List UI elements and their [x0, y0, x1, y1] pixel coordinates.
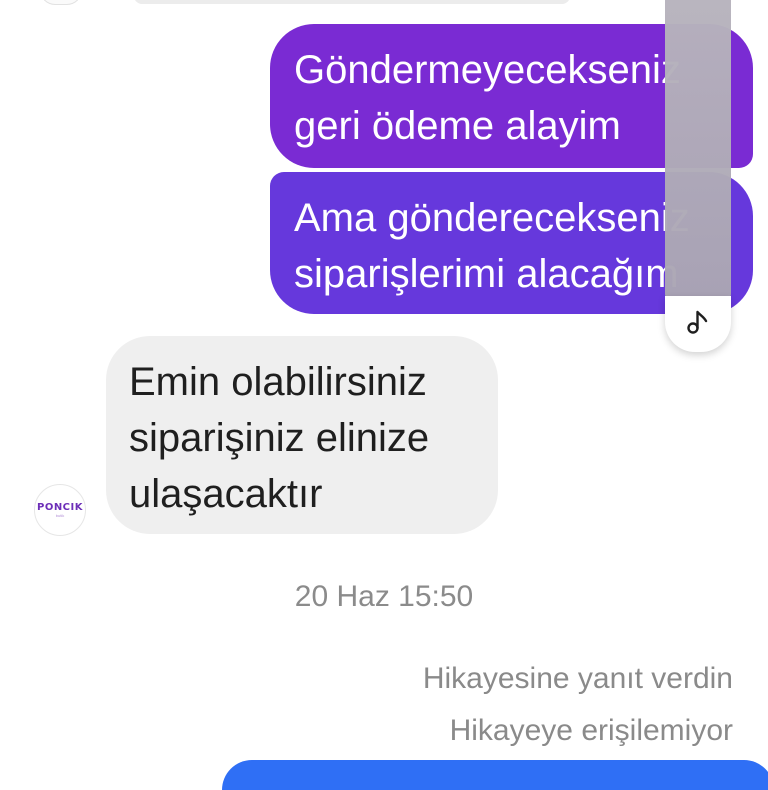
- story-unavailable-label: Hikayeye erişilemiyor: [449, 714, 733, 747]
- message-text: Emin olabilirsiniz siparişiniz elinize u…: [129, 360, 430, 516]
- overlay-scroll-panel[interactable]: [665, 0, 731, 300]
- previous-message-bubble-sliver: [134, 0, 570, 4]
- music-note-icon: [686, 309, 710, 340]
- avatar[interactable]: PONCIK butik: [34, 484, 86, 536]
- message-timestamp: 20 Haz 15:50: [294, 580, 474, 613]
- previous-avatar-sliver: [40, 0, 82, 5]
- incoming-message-bubble[interactable]: Emin olabilirsiniz siparişiniz elinize u…: [106, 336, 498, 534]
- music-button[interactable]: [665, 296, 731, 352]
- avatar-sub-text: butik: [55, 512, 65, 518]
- story-reply-label: Hikayesine yanıt verdin: [422, 662, 733, 695]
- next-message-bubble-sliver[interactable]: [222, 760, 768, 790]
- avatar-logo-text: PONCIK: [36, 501, 83, 513]
